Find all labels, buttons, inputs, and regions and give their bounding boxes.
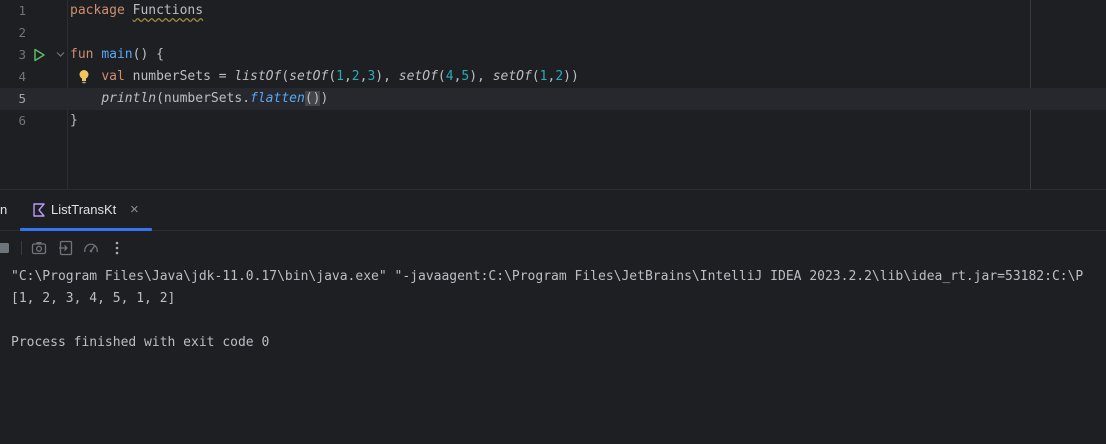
code-token: setOf: [492, 69, 532, 84]
tab-label: ListTransKt: [51, 202, 117, 217]
code-token: Functions: [132, 3, 204, 18]
lightbulb-icon[interactable]: [78, 69, 90, 85]
code-token: setOf: [398, 69, 438, 84]
code-token: (: [328, 69, 337, 84]
code-text[interactable]: }: [70, 110, 78, 132]
code-token: ),: [469, 69, 493, 84]
console-line: "C:\Program Files\Java\jdk-11.0.17\bin\j…: [11, 269, 1084, 284]
code-token: (: [281, 69, 290, 84]
line-number: 2: [18, 25, 26, 40]
code-token: listOf: [234, 69, 282, 84]
code-token: 2: [555, 69, 564, 84]
code-token: 1: [539, 69, 548, 84]
line-number: 5: [18, 91, 26, 106]
code-token: package: [70, 3, 125, 18]
stop-icon[interactable]: [0, 240, 12, 256]
run-tab-bar: n ListTransKt ×: [0, 190, 1106, 231]
code-token: ): [320, 91, 329, 106]
close-icon[interactable]: ×: [130, 201, 139, 218]
code-text[interactable]: fun main() {: [70, 44, 164, 66]
line-number: 6: [18, 113, 26, 128]
run-tool-window: n ListTransKt × "C:\Program Files\Java\j…: [0, 189, 1106, 444]
line-number: 4: [18, 69, 26, 84]
code-token: (: [437, 69, 446, 84]
console-line: Process finished with exit code 0: [11, 335, 270, 350]
code-line[interactable]: 6}: [0, 110, 1106, 132]
code-token: println: [101, 91, 157, 106]
fold-chevron-icon[interactable]: [56, 50, 65, 59]
code-line[interactable]: 5 println(numberSets.flatten()): [0, 88, 1106, 110]
code-line[interactable]: 2: [0, 22, 1106, 44]
code-token: (): [304, 91, 321, 106]
run-toolbar: [0, 231, 1106, 265]
code-line[interactable]: 4 val numberSets = listOf(setOf(1,2,3), …: [0, 66, 1106, 88]
line-number: 1: [18, 3, 26, 18]
restore-layout-icon[interactable]: [58, 240, 74, 256]
code-text[interactable]: println(numberSets.flatten()): [70, 88, 328, 110]
code-token: )): [563, 69, 579, 84]
profiler-icon[interactable]: [83, 240, 99, 256]
tab-partial-label[interactable]: n: [0, 202, 7, 217]
kotlin-file-icon: [33, 203, 45, 217]
code-token: 1: [336, 69, 344, 84]
code-token: (: [531, 69, 540, 84]
line-number: 3: [18, 47, 26, 62]
code-token: ),: [375, 69, 399, 84]
code-token: main: [101, 47, 133, 62]
code-token: numberSets =: [124, 69, 235, 84]
code-text[interactable]: package Functions: [70, 0, 203, 22]
code-token: (numberSets.: [156, 91, 251, 106]
code-token: 4: [445, 69, 454, 84]
code-token: ,: [343, 69, 352, 84]
code-token: fun: [70, 47, 94, 62]
screenshot-icon[interactable]: [31, 240, 47, 256]
code-token: 2: [351, 69, 360, 84]
tab-listtranskt[interactable]: ListTransKt ×: [20, 190, 152, 231]
code-token: () {: [132, 47, 164, 62]
code-token: }: [70, 113, 78, 128]
code-token: setOf: [289, 69, 329, 84]
code-line[interactable]: 1 package Functions: [0, 0, 1106, 22]
run-gutter-icon[interactable]: [32, 48, 46, 62]
code-line[interactable]: 3 fun main() {: [0, 44, 1106, 66]
toolbar-separator: [21, 241, 22, 255]
code-editor[interactable]: 1 package Functions 2 3 fun main() {4 val nu…: [0, 0, 1106, 189]
console-line: [1, 2, 3, 4, 5, 1, 2]: [11, 291, 176, 306]
code-text[interactable]: val numberSets = listOf(setOf(1,2,3), se…: [70, 66, 579, 88]
code-token: val: [101, 69, 125, 84]
code-token: flatten: [250, 91, 305, 106]
more-vertical-icon[interactable]: [109, 240, 125, 256]
console-output[interactable]: "C:\Program Files\Java\jdk-11.0.17\bin\j…: [11, 266, 1106, 354]
